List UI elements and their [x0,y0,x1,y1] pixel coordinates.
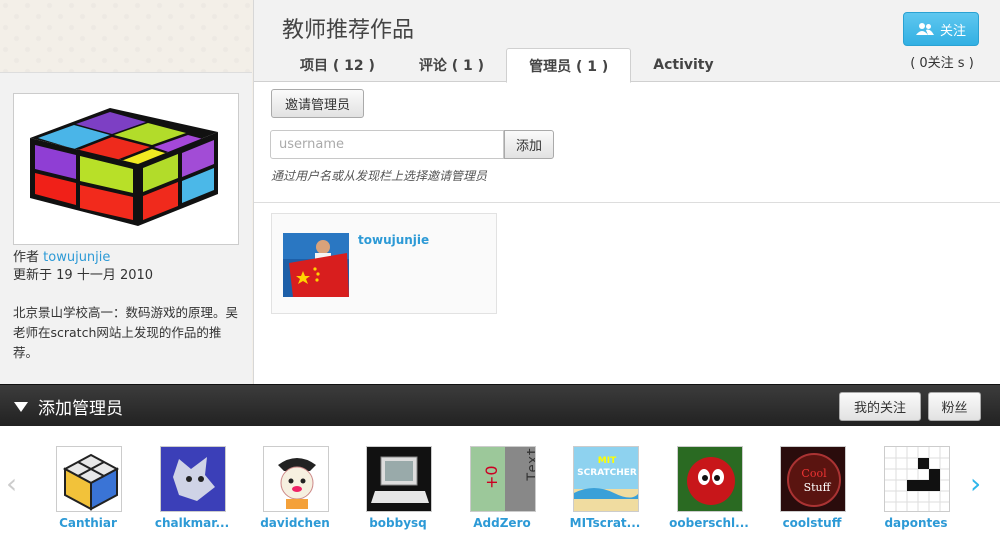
carousel-item[interactable]: davidchen [255,446,335,530]
manager-name-link[interactable]: towujunjie [358,233,429,247]
updated-date: 19 十一月 2010 [56,268,154,283]
tab-comments[interactable]: 评论 ( 1 ) [397,48,506,82]
carousel-item[interactable]: ooberschl... [669,446,749,530]
user-thumbnail [677,446,743,512]
carousel-item[interactable]: MIT SCRATCHER MITscrat... [565,446,645,530]
svg-text:+0: +0 [482,465,501,489]
author-label: 作者 [13,250,40,265]
svg-text:Cool: Cool [801,467,827,480]
project-description: 北京景山学校高一：数码游戏的原理。吴老师在scratch网站上发现的作品的推荐。 [13,305,239,360]
user-thumbnail [263,446,329,512]
flag-photo-image [283,233,349,297]
tab-activity[interactable]: Activity [631,48,735,82]
bar-title: 添加管理员 [38,399,123,419]
carousel-item[interactable]: +0 Text AddZero [462,446,542,530]
follow-label: 关注 [939,23,966,39]
user-thumbnail: Cool Stuff [780,446,846,512]
user-thumbnail: MIT SCRATCHER [573,446,639,512]
user-thumbnail [160,446,226,512]
username-input[interactable] [270,130,504,159]
user-name: chalkmar... [154,516,230,530]
carousel-item[interactable]: bobbysq [358,446,438,530]
tab-bar: 项目 ( 12 ) 评论 ( 1 ) 管理员 ( 1 ) Activity [278,48,736,83]
bar-toggle[interactable]: 添加管理员 [14,394,123,419]
updated-label: 更新于 [13,268,53,283]
users-icon [915,23,934,35]
user-name: bobbysq [369,516,427,530]
carousel-item[interactable]: Canthiar [48,446,128,530]
page-title: 教师推荐作品 [282,18,415,43]
carousel-item[interactable]: Cool Stuff coolstuff [772,446,852,530]
svg-text:SCRATCHER: SCRATCHER [577,468,637,478]
main-panel: 教师推荐作品 关注 ( 0关注 s ) 项目 ( 12 ) 评论 ( 1 ) 管… [253,0,1000,384]
follow-button[interactable]: 关注 [903,12,979,46]
user-name: dapontes [884,516,948,530]
user-name: davidchen [260,516,330,530]
tab-projects[interactable]: 项目 ( 12 ) [278,48,397,82]
chevron-left-icon[interactable]: ‹ [6,470,17,498]
user-thumbnail [56,446,122,512]
svg-text:Text: Text [525,447,536,481]
color-blocks-image [18,98,234,240]
follow-count: ( 0关注 s ) [910,56,974,71]
author-line: 作者 towujunjie [13,249,245,267]
project-sidebar: 作者 towujunjie 更新于 19 十一月 2010 北京景山学校高一：数… [0,72,252,384]
add-button[interactable]: 添加 [504,130,554,159]
user-name: AddZero [473,516,531,530]
user-name: MITscrat... [569,516,641,530]
panel-header: 教师推荐作品 关注 ( 0关注 s ) 项目 ( 12 ) 评论 ( 1 ) 管… [254,0,1000,83]
user-carousel: ‹ Canthiar chalkmar... davidchen bobbysq… [0,426,1000,533]
triangle-down-icon [14,401,28,412]
manager-avatar[interactable] [283,233,349,297]
chevron-right-icon[interactable]: › [970,470,981,498]
author-link[interactable]: towujunjie [43,250,110,265]
svg-text:MIT: MIT [598,456,617,466]
updated-line: 更新于 19 十一月 2010 [13,267,245,285]
manager-card: towujunjie [271,213,497,314]
carousel-item[interactable]: chalkmar... [152,446,232,530]
followers-button[interactable]: 粉丝 [928,392,981,421]
user-thumbnail [884,446,950,512]
user-thumbnail: +0 Text [470,446,536,512]
invite-hint: 通过用户名或从发现栏上选择邀请管理员 [271,169,488,183]
user-thumbnail [366,446,432,512]
user-name: coolstuff [782,516,842,530]
divider [254,202,1000,203]
project-meta: 作者 towujunjie 更新于 19 十一月 2010 [13,249,245,285]
tab-curators[interactable]: 管理员 ( 1 ) [506,48,632,83]
project-thumbnail[interactable] [13,93,239,245]
invite-curators-button[interactable]: 邀请管理员 [271,89,364,118]
svg-text:Stuff: Stuff [804,481,832,494]
carousel-item[interactable]: dapontes [876,446,956,530]
my-following-button[interactable]: 我的关注 [839,392,921,421]
add-curators-bar: 添加管理员 我的关注 粉丝 [0,384,1000,426]
user-name: ooberschl... [669,516,749,530]
user-name: Canthiar [59,516,117,530]
